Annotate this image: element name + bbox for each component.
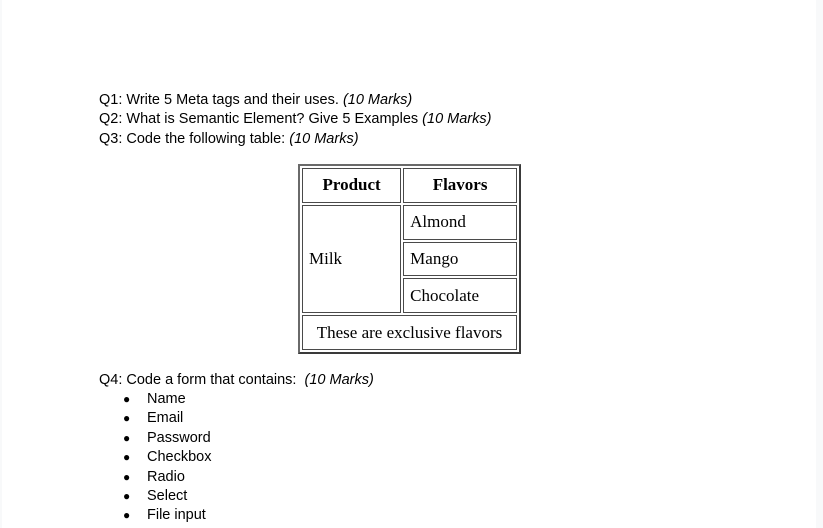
cell-footer: These are exclusive flavors bbox=[302, 315, 517, 350]
list-item-label: Radio bbox=[147, 468, 185, 485]
list-item: ● Name bbox=[99, 390, 211, 409]
list-item: ● Radio bbox=[99, 468, 211, 487]
bullet-icon: ● bbox=[123, 411, 131, 426]
question-4-text: Q4: Code a form that contains: bbox=[99, 372, 297, 388]
bullet-icon: ● bbox=[123, 508, 131, 523]
bullet-icon: ● bbox=[123, 488, 131, 503]
question-2-marks: (10 Marks) bbox=[422, 111, 492, 127]
bullet-icon: ● bbox=[123, 450, 131, 465]
table-row: Milk Almond bbox=[302, 204, 517, 314]
list-item-label: Password bbox=[147, 429, 211, 446]
list-item-label: Checkbox bbox=[147, 449, 212, 466]
table-footer-row: These are exclusive flavors bbox=[302, 315, 517, 350]
question-2-text: Q2: What is Semantic Element? Give 5 Exa… bbox=[99, 111, 419, 127]
cell-flavor-mango: Mango bbox=[403, 241, 517, 277]
cell-product-milk: Milk bbox=[302, 204, 402, 314]
list-item: ● Select bbox=[99, 487, 211, 506]
question-1-marks: (10 Marks) bbox=[342, 92, 413, 108]
question-3-text: Q3: Code the following table: bbox=[99, 131, 286, 147]
bullet-icon: ● bbox=[123, 469, 131, 484]
list-item-label: Name bbox=[147, 391, 186, 407]
list-item: ● Checkbox bbox=[99, 448, 211, 467]
question-1: Q1: Write 5 Meta tags and their uses. (1… bbox=[99, 91, 412, 111]
bullet-icon: ● bbox=[123, 392, 131, 406]
document-page: Q1: Write 5 Meta tags and their uses. (1… bbox=[2, 0, 816, 528]
list-item-label: File input bbox=[147, 507, 206, 524]
question-3-marks: (10 Marks) bbox=[289, 131, 359, 147]
cell-flavor-chocolate: Chocolate bbox=[403, 278, 517, 314]
table-header-row: Product Flavors bbox=[302, 168, 517, 203]
header-flavors: Flavors bbox=[403, 168, 517, 203]
question-4: Q4: Code a form that contains: (10 Marks… bbox=[99, 371, 374, 391]
list-item: ● Password bbox=[99, 429, 211, 448]
header-product: Product bbox=[302, 168, 402, 203]
question-2: Q2: What is Semantic Element? Give 5 Exa… bbox=[99, 110, 491, 130]
question-3: Q3: Code the following table: (10 Marks) bbox=[99, 130, 359, 150]
list-item-label: Email bbox=[147, 410, 184, 427]
flavors-table: Product Flavors Milk Almond Mango Chocol… bbox=[300, 166, 519, 352]
list-item-label: Select bbox=[147, 487, 188, 504]
cell-flavor-almond: Almond bbox=[403, 204, 517, 240]
bullet-icon: ● bbox=[123, 430, 131, 445]
form-items-list: ● Name ● Email ● Password ● Checkbox ● Radio … bbox=[99, 390, 211, 526]
question-1-text: Q1: Write 5 Meta tags and their uses. bbox=[99, 92, 339, 108]
example-table-image: Product Flavors Milk Almond Mango Chocol… bbox=[298, 164, 521, 354]
question-4-marks: (10 Marks) bbox=[304, 372, 374, 388]
list-item: ● Email bbox=[99, 409, 211, 428]
list-item: ● File input bbox=[99, 506, 211, 525]
